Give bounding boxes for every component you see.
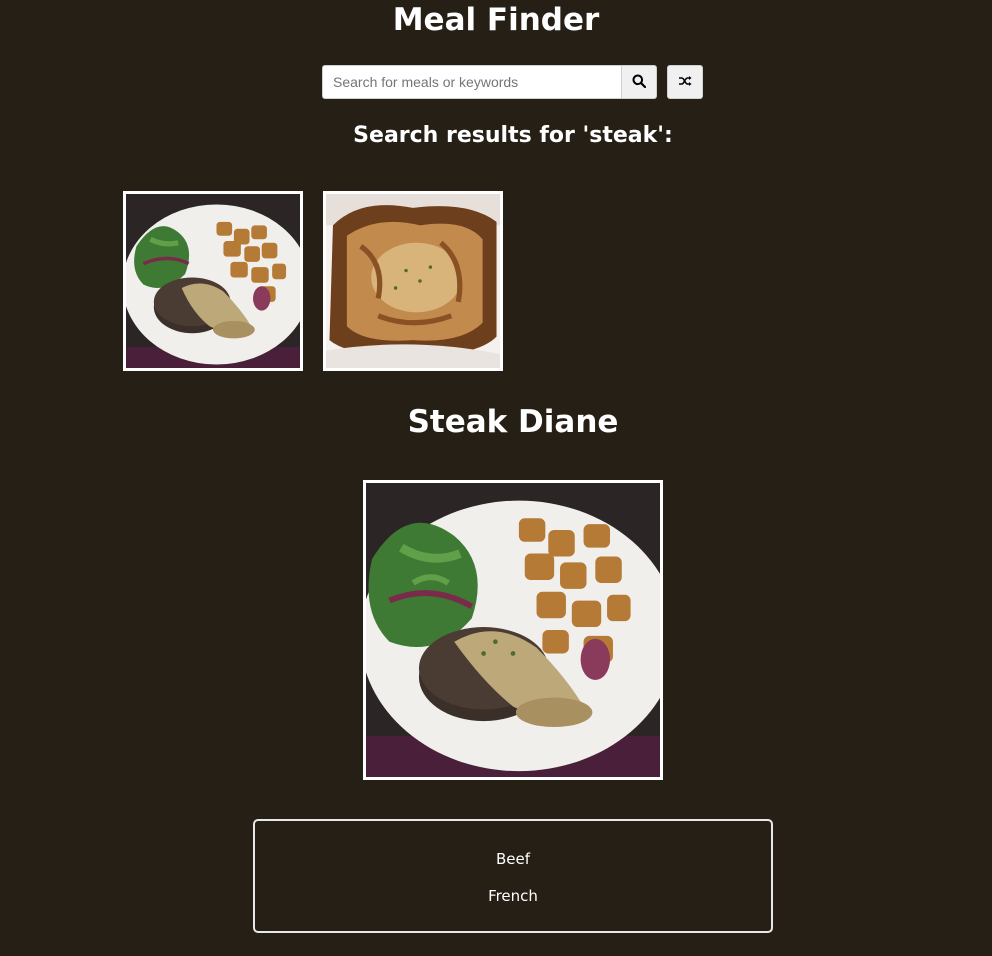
meal-title: Steak Diane <box>407 404 619 440</box>
search-form <box>322 65 657 99</box>
meal-category: Beef <box>495 850 531 868</box>
meal-area: French <box>488 887 538 905</box>
shuffle-icon <box>678 75 692 90</box>
meal-info-box: Beef French <box>253 819 773 933</box>
meal-result-steak-pie[interactable] <box>323 191 503 371</box>
app-title: Meal Finder <box>392 2 600 38</box>
results-heading: Search results for 'steak': <box>353 123 673 148</box>
search-icon <box>632 74 647 91</box>
meal-image <box>363 480 663 780</box>
search-input[interactable] <box>322 65 622 99</box>
steak-with-potatoes-photo <box>366 483 660 777</box>
meal-result-steak-diane[interactable] <box>123 191 303 371</box>
search-button[interactable] <box>622 65 657 99</box>
steak-with-potatoes-photo <box>126 194 300 368</box>
random-meal-button[interactable] <box>667 65 703 99</box>
meat-pie-photo <box>326 194 500 368</box>
